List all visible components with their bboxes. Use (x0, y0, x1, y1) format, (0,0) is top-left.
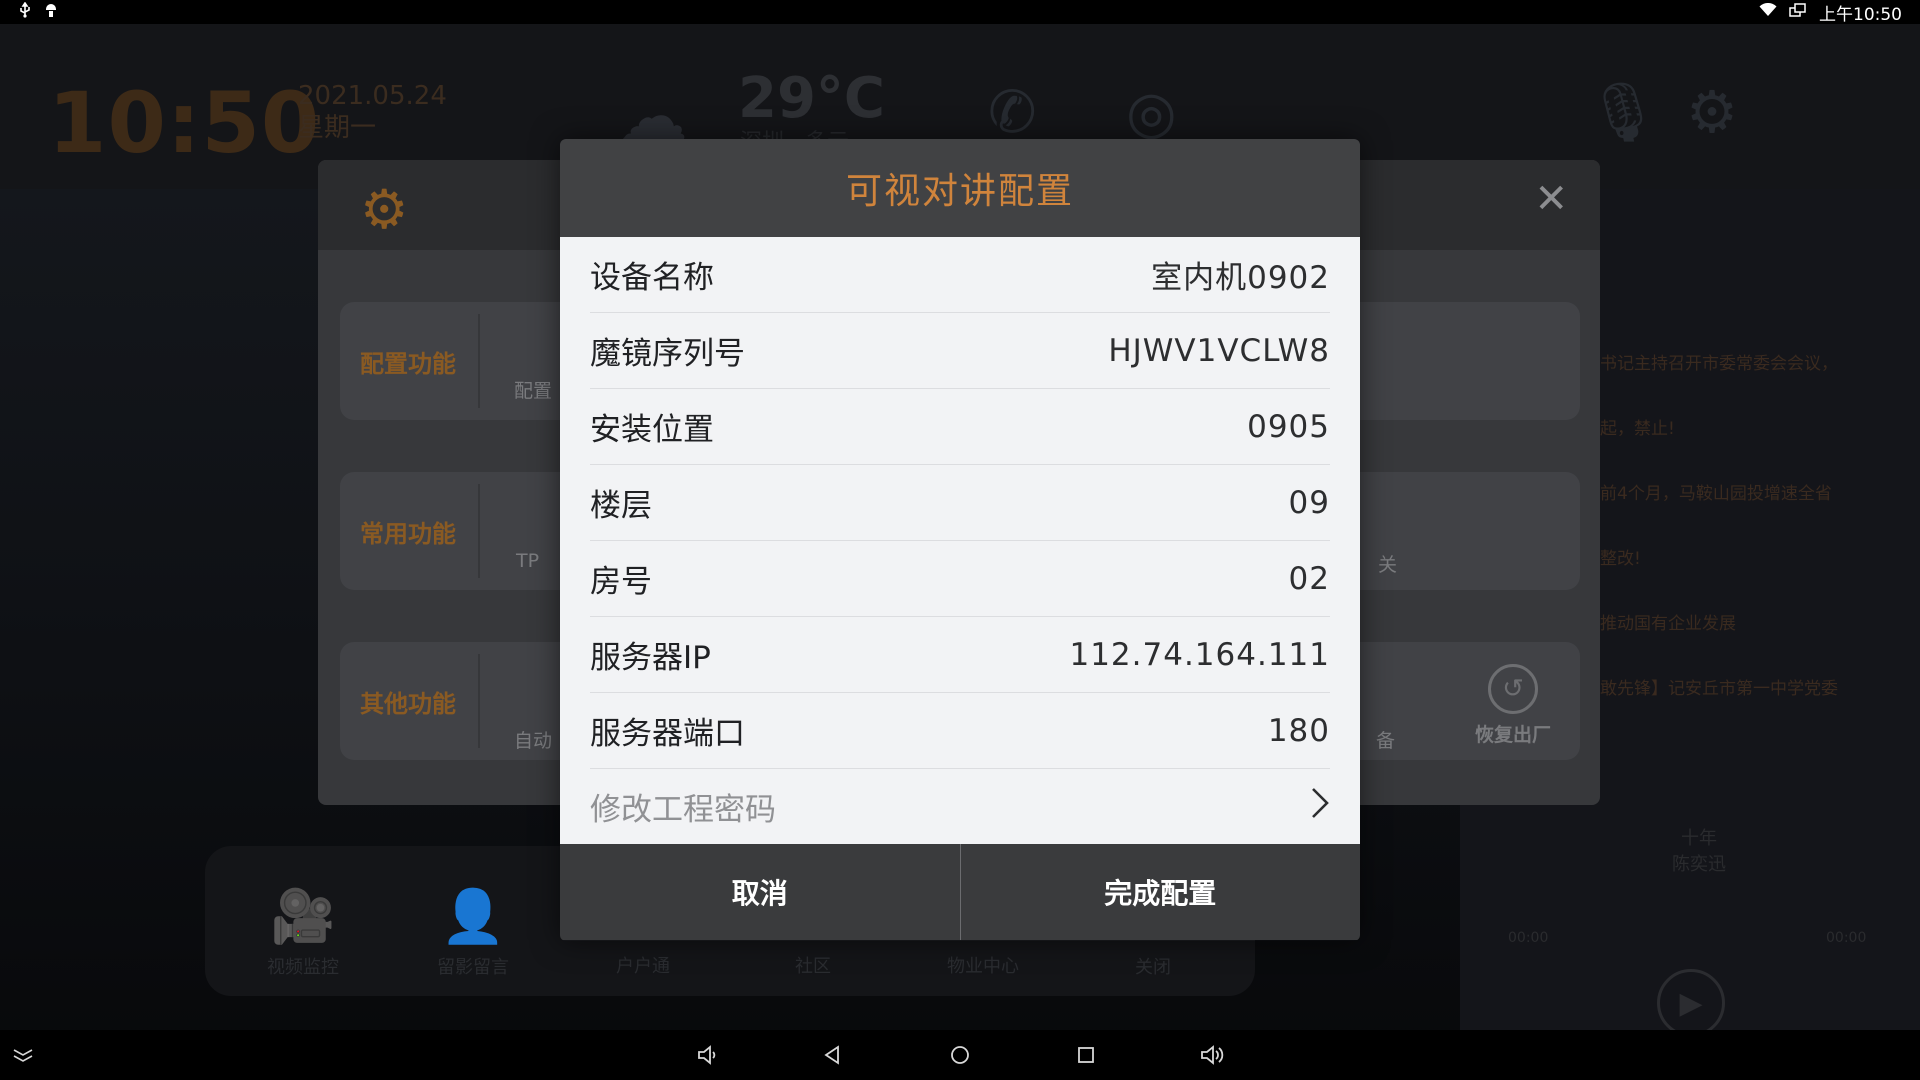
microphone-icon[interactable]: 🎙 (1586, 78, 1660, 147)
home-button-icon[interactable] (942, 1030, 978, 1080)
field-label: 魔镜序列号 (590, 336, 745, 372)
field-value: 180 (1267, 712, 1330, 749)
factory-reset-label: 恢复出厂 (1474, 724, 1551, 746)
field-label: 设备名称 (590, 260, 714, 296)
news-item[interactable]: 敢先锋】记安丘市第一中学党委 (1600, 674, 1838, 699)
song-title: 十年 (1681, 828, 1717, 849)
field-value: 02 (1288, 560, 1330, 597)
news-item[interactable]: 整改! (1600, 544, 1641, 569)
navigation-bar (0, 1030, 1920, 1080)
dialog-body: 设备名称 室内机0902 魔镜序列号 HJWV1VCLW8 安装位置 0905 … (560, 237, 1360, 844)
volume-down-icon[interactable] (690, 1030, 726, 1080)
dialog-footer: 取消 完成配置 (560, 844, 1360, 940)
change-password-label: 修改工程密码 (590, 792, 776, 828)
settings-row-label: 其他功能 (360, 689, 456, 718)
field-value: HJWV1VCLW8 (1108, 332, 1330, 369)
factory-reset-button[interactable]: ↺ 恢复出厂 (1458, 664, 1568, 747)
field-serial-number[interactable]: 魔镜序列号 HJWV1VCLW8 (590, 313, 1330, 389)
field-label: 安装位置 (590, 412, 714, 448)
date-text: 2021.05.24 (298, 81, 447, 111)
media-info: 十年 陈奕迅 (1672, 826, 1726, 878)
field-server-ip[interactable]: 服务器IP 112.74.164.111 (590, 617, 1330, 693)
settings-item-fragment[interactable]: 配置 (514, 376, 552, 403)
recent-apps-icon[interactable] (1068, 1030, 1104, 1080)
wifi-icon (1759, 2, 1777, 22)
back-icon[interactable] (814, 1030, 850, 1080)
person-icon: 👤 (440, 887, 506, 947)
news-item[interactable]: 起，禁止! (1600, 414, 1675, 439)
camera-icon[interactable]: ◎ (1126, 78, 1177, 146)
change-password-link[interactable]: 修改工程密码 (590, 769, 1330, 844)
multi-window-icon (1789, 2, 1807, 22)
reset-icon: ↺ (1488, 664, 1538, 714)
divider (478, 484, 480, 578)
usb-icon (18, 1, 32, 23)
home-date: 2021.05.24 星期一 (298, 80, 447, 144)
weekday-text: 星期一 (298, 113, 377, 143)
news-item[interactable]: 推动国有企业发展 (1600, 609, 1736, 634)
divider (478, 314, 480, 408)
field-room-number[interactable]: 房号 02 (590, 541, 1330, 617)
volume-up-icon[interactable] (1194, 1030, 1230, 1080)
settings-icon[interactable]: ⚙ (1686, 78, 1738, 146)
field-server-port[interactable]: 服务器端口 180 (590, 693, 1330, 769)
temperature: 29°C (738, 66, 886, 131)
chevron-right-icon (1310, 786, 1330, 827)
expand-down-icon[interactable] (8, 1030, 38, 1080)
phone-icon[interactable]: ✆ (988, 78, 1037, 146)
news-item[interactable]: 书记主持召开市委常委会会议， (1600, 349, 1838, 374)
news-item[interactable]: 前4个月，马鞍山园投增速全省 (1600, 479, 1832, 504)
video-camera-icon: 🎥 (270, 887, 336, 947)
finish-config-button[interactable]: 完成配置 (961, 844, 1361, 940)
settings-row-label: 常用功能 (360, 519, 456, 548)
dialog-title: 可视对讲配置 (845, 171, 1074, 212)
song-artist: 陈奕迅 (1672, 854, 1726, 875)
field-label: 服务器IP (590, 640, 711, 676)
field-device-name[interactable]: 设备名称 室内机0902 (590, 237, 1330, 313)
field-value: 室内机0902 (1151, 260, 1330, 296)
status-bar: 上午10:50 (0, 0, 1920, 25)
field-label: 房号 (590, 564, 652, 600)
field-label: 服务器端口 (590, 716, 745, 752)
dock-item-video-monitor[interactable]: 🎥 视频监控 (233, 886, 373, 979)
dialog-header: 可视对讲配置 (560, 139, 1360, 237)
settings-item-fragment[interactable]: 关 (1378, 550, 1397, 577)
field-value: 0905 (1247, 408, 1330, 445)
status-time: 上午10:50 (1819, 4, 1902, 25)
cancel-button[interactable]: 取消 (560, 844, 960, 940)
dock-item-message[interactable]: 👤 留影留言 (403, 886, 543, 979)
settings-item-fragment[interactable]: TP (516, 550, 539, 572)
field-install-location[interactable]: 安装位置 0905 (590, 389, 1330, 465)
field-value: 09 (1288, 484, 1330, 521)
settings-item-fragment[interactable]: 自动 (514, 726, 552, 753)
settings-row-label: 配置功能 (360, 349, 456, 378)
android-debug-icon (44, 2, 58, 23)
media-time-start: 00:00 (1508, 930, 1549, 946)
settings-item-fragment[interactable]: 备 (1376, 726, 1395, 753)
field-value: 112.74.164.111 (1069, 636, 1330, 673)
gear-icon: ⚙ (360, 178, 409, 241)
home-clock: 10:50 (48, 74, 321, 172)
close-icon[interactable]: ✕ (1534, 176, 1568, 222)
divider (478, 654, 480, 748)
media-time-end: 00:00 (1826, 930, 1867, 946)
play-button[interactable]: ▶ (1657, 969, 1725, 1037)
intercom-config-dialog: 可视对讲配置 设备名称 室内机0902 魔镜序列号 HJWV1VCLW8 安装位… (560, 139, 1360, 941)
field-label: 楼层 (590, 488, 652, 524)
field-floor[interactable]: 楼层 09 (590, 465, 1330, 541)
